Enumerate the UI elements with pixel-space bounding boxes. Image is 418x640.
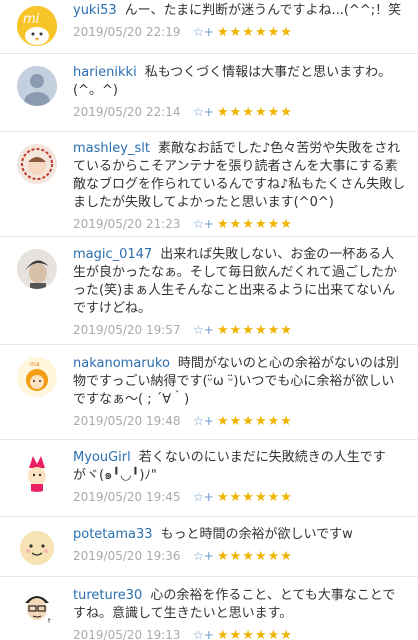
svg-text:mi: mi [23, 12, 40, 27]
star-rating: ★★★★★★ [217, 489, 293, 505]
comment-item: ma nakanomaruko 時間がないのと心の余裕がないのは別物ですっごい納得… [0, 345, 418, 440]
timestamp: 2019/05/20 19:13 [73, 628, 181, 640]
comment-list: mi yuki53 んー、たまに判断が迷うんですよね...(^^;！笑 2019/… [0, 0, 418, 640]
avatar-magic_0147[interactable] [17, 249, 57, 289]
add-star-icon[interactable]: ☆+ [193, 414, 214, 428]
username-link[interactable]: nakanomaruko [73, 356, 170, 371]
comment-text: もっと時間の余裕が欲しいですw [160, 527, 353, 542]
username-link[interactable]: potetama33 [73, 527, 153, 542]
comment-item: mashley_slt 素敵なお話でした♪色々苦労や失敗をされているからこそアンテ… [0, 132, 418, 237]
avatar-mashley_slt[interactable] [17, 144, 57, 184]
svg-text:t: t [48, 617, 51, 625]
username-link[interactable]: MyouGirl [73, 450, 131, 465]
username-link[interactable]: mashley_slt [73, 141, 150, 156]
star-rating: ★★★★★★ [217, 24, 293, 40]
comment-item: magic_0147 出来れば失敗しない、お金の一杯ある人生が良かったなぁ。そして… [0, 237, 418, 345]
add-star-icon[interactable]: ☆+ [193, 217, 214, 231]
avatar-harienikki[interactable] [17, 66, 57, 106]
timestamp: 2019/05/20 22:19 [73, 25, 181, 39]
username-link[interactable]: harienikki [73, 65, 137, 80]
comment-item: MyouGirl 若くないのにいまだに失敗続きの人生ですがヾ(๑╹◡╹)ﾉ" 20… [0, 440, 418, 517]
avatar-MyouGirl[interactable] [17, 452, 57, 492]
avatar-nakanomaruko[interactable]: ma [17, 357, 57, 397]
comment-text: んー、たまに判断が迷うんですよね...(^^;！笑 [124, 3, 402, 18]
avatar-tureture30[interactable]: t [17, 587, 57, 627]
star-rating: ★★★★★★ [217, 322, 293, 338]
comment-item: harienikki 私もつくづく情報は大事だと思いますわ。(^。^) 2019/… [0, 54, 418, 132]
username-link[interactable]: magic_0147 [73, 247, 152, 262]
add-star-icon[interactable]: ☆+ [193, 549, 214, 563]
add-star-icon[interactable]: ☆+ [193, 323, 214, 337]
comment-item: t tureture30 心の余裕を作ること、とても大事なことですね。意識して生き… [0, 577, 418, 640]
svg-text:ma: ma [30, 361, 40, 368]
star-rating: ★★★★★★ [217, 548, 293, 564]
add-star-icon[interactable]: ☆+ [193, 105, 214, 119]
timestamp: 2019/05/20 19:45 [73, 490, 181, 504]
avatar-potetama33[interactable] [17, 527, 57, 567]
star-rating: ★★★★★★ [217, 216, 293, 232]
timestamp: 2019/05/20 19:57 [73, 323, 181, 337]
timestamp: 2019/05/20 19:36 [73, 549, 181, 563]
star-rating: ★★★★★★ [217, 413, 293, 429]
comment-item: potetama33 もっと時間の余裕が欲しいですw 2019/05/20 19:… [0, 517, 418, 577]
add-star-icon[interactable]: ☆+ [193, 25, 214, 39]
timestamp: 2019/05/20 19:48 [73, 414, 181, 428]
comment-item: mi yuki53 んー、たまに判断が迷うんですよね...(^^;！笑 2019/… [0, 0, 418, 54]
avatar-yuki53[interactable]: mi [17, 6, 57, 46]
username-link[interactable]: tureture30 [73, 588, 142, 603]
star-rating: ★★★★★★ [217, 104, 293, 120]
username-link[interactable]: yuki53 [73, 3, 117, 18]
add-star-icon[interactable]: ☆+ [193, 490, 214, 504]
star-rating: ★★★★★★ [217, 627, 293, 640]
timestamp: 2019/05/20 21:23 [73, 217, 181, 231]
add-star-icon[interactable]: ☆+ [193, 628, 214, 640]
timestamp: 2019/05/20 22:14 [73, 105, 181, 119]
